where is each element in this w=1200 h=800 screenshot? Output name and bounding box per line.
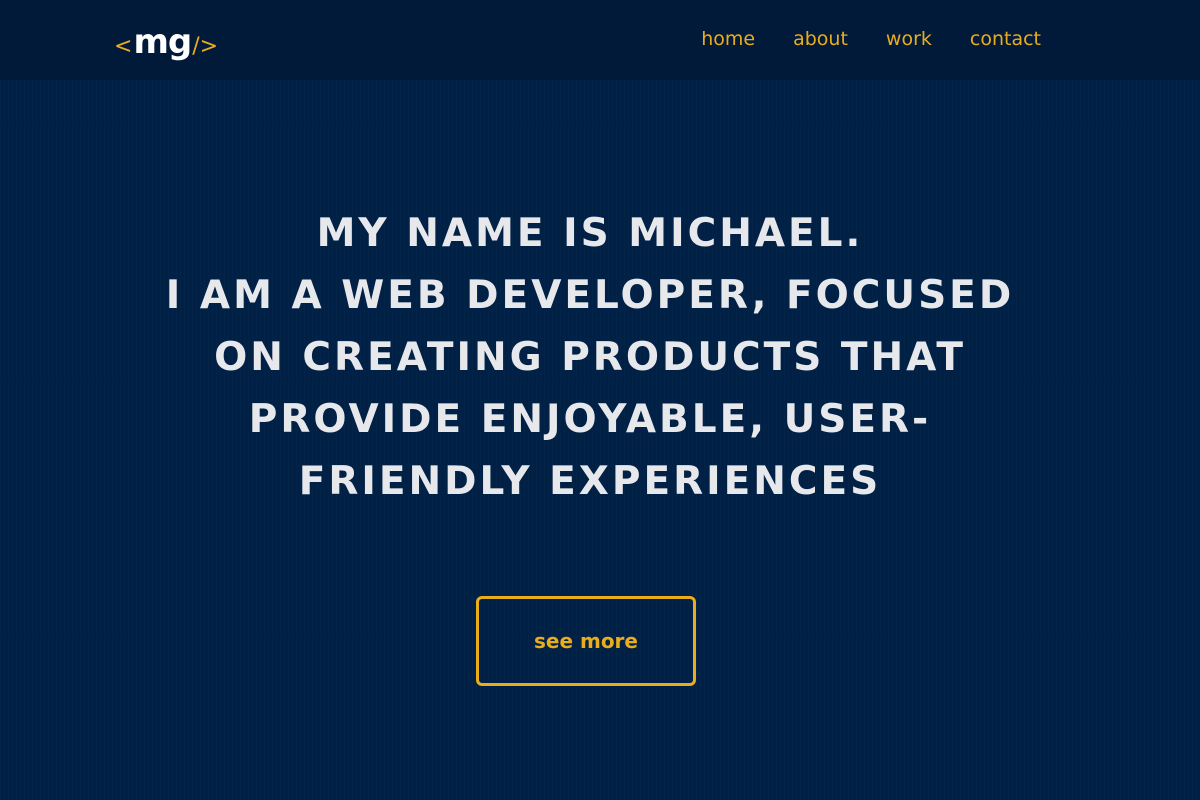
nav-about-link[interactable]: about [793,27,848,51]
see-more-button[interactable]: see more [476,596,696,686]
nav-work-link[interactable]: work [886,27,932,51]
navbar: < mg /> home about work contact [0,0,1200,80]
nav-contact-link[interactable]: contact [970,27,1041,51]
nav-home-link[interactable]: home [701,27,755,51]
hero-line-3: ON CREATING PRODUCTS THAT [214,335,966,380]
logo-close-bracket: /> [192,34,219,59]
hero-line-1: MY NAME IS MICHAEL. [316,211,864,256]
hero-heading: MY NAME IS MICHAEL. I AM A WEB DEVELOPER… [150,203,1030,513]
hero-line-4: PROVIDE ENJOYABLE, USER- [248,397,932,442]
hero-line-2: I AM A WEB DEVELOPER, FOCUSED [165,273,1015,318]
page: < mg /> home about work contact MY NAME … [0,0,1200,800]
logo-open-bracket: < [114,34,133,59]
site-logo[interactable]: < mg /> [114,22,218,62]
main-navigation: home about work contact [701,27,1041,51]
hero-line-5: FRIENDLY EXPERIENCES [298,459,882,504]
logo-text: mg [133,22,192,62]
